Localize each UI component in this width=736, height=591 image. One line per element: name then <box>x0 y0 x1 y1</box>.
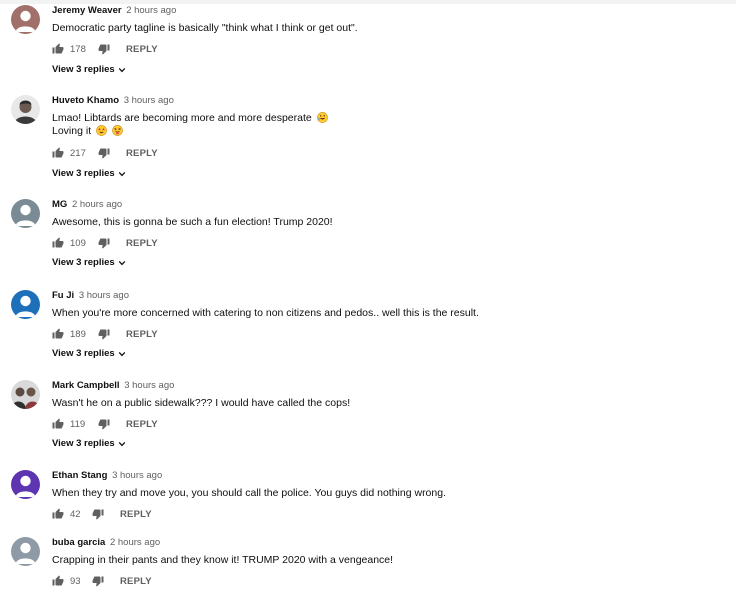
comment-actions: 109 REPLY <box>52 235 158 251</box>
comment-actions: 93 REPLY <box>52 573 152 589</box>
comment-text: When you're more concerned with catering… <box>52 307 479 319</box>
comment-author[interactable]: buba garcia <box>52 537 105 548</box>
default-avatar-icon <box>11 537 40 566</box>
view-replies-button[interactable]: View 3 replies <box>52 64 126 75</box>
chevron-down-icon <box>118 66 126 74</box>
thumbs-up-icon[interactable] <box>52 147 64 159</box>
thumbs-up-icon[interactable] <box>52 237 64 249</box>
comment-thread: buba garcia 2 hours ago Crapping in thei… <box>0 537 736 591</box>
comment-author[interactable]: Mark Campbell <box>52 380 120 391</box>
avatar[interactable] <box>11 199 40 228</box>
user-photo-icon <box>11 380 40 409</box>
avatar[interactable] <box>11 95 40 124</box>
thumbs-up-icon[interactable] <box>52 43 64 55</box>
thumbs-down-icon[interactable] <box>98 43 110 55</box>
comment-actions: 178 REPLY <box>52 41 158 57</box>
default-avatar-icon <box>11 290 40 319</box>
comment-text: When they try and move you, you should c… <box>52 487 446 499</box>
reply-button[interactable]: REPLY <box>126 44 158 55</box>
thumbs-up-icon[interactable] <box>52 508 64 520</box>
thumbs-down-icon[interactable] <box>98 237 110 249</box>
like-count: 189 <box>70 328 86 340</box>
view-replies-button[interactable]: View 3 replies <box>52 438 126 449</box>
comment-thread: Mark Campbell 3 hours ago Wasn't he on a… <box>0 380 736 460</box>
view-replies-label: View 3 replies <box>52 168 115 179</box>
view-replies-label: View 3 replies <box>52 64 115 75</box>
comment-actions: 119 REPLY <box>52 416 158 432</box>
rolling-on-floor-laughing-emoji <box>316 112 328 123</box>
comment-text-line: Loving it <box>52 125 92 137</box>
user-photo-icon <box>11 95 40 124</box>
like-count: 109 <box>70 237 86 249</box>
default-avatar-icon <box>11 470 40 499</box>
default-avatar-icon <box>11 5 40 34</box>
comment-author[interactable]: Huveto Khamo <box>52 95 119 106</box>
reply-button[interactable]: REPLY <box>120 576 152 587</box>
comment-author[interactable]: Fu Ji <box>52 290 74 301</box>
like-count: 178 <box>70 43 86 55</box>
view-replies-button[interactable]: View 3 replies <box>52 168 126 179</box>
comment-author[interactable]: Ethan Stang <box>52 470 107 481</box>
comment-text: Loving it <box>52 125 726 138</box>
reply-button[interactable]: REPLY <box>126 238 158 249</box>
thumbs-down-icon[interactable] <box>98 418 110 430</box>
avatar[interactable] <box>11 290 40 319</box>
reply-button[interactable]: REPLY <box>126 419 158 430</box>
reply-button[interactable]: REPLY <box>120 509 152 520</box>
thumbs-down-icon[interactable] <box>92 508 104 520</box>
comment-thread: Fu Ji 3 hours ago When you're more conce… <box>0 290 736 370</box>
comment-timestamp[interactable]: 2 hours ago <box>110 537 160 548</box>
like-count: 119 <box>70 418 86 430</box>
chevron-down-icon <box>118 259 126 267</box>
chevron-down-icon <box>118 350 126 358</box>
comment-actions: 217 REPLY <box>52 145 158 161</box>
view-replies-label: View 3 replies <box>52 348 115 359</box>
comment-text: Awesome, this is gonna be such a fun ele… <box>52 216 333 228</box>
avatar[interactable] <box>11 470 40 499</box>
comment-thread: MG 2 hours ago Awesome, this is gonna be… <box>0 199 736 279</box>
comment-timestamp[interactable]: 3 hours ago <box>124 380 174 391</box>
thumbs-down-icon[interactable] <box>92 575 104 587</box>
like-count: 217 <box>70 147 86 159</box>
comment-text: Wasn't he on a public sidewalk??? I woul… <box>52 397 351 409</box>
thumbs-up-icon[interactable] <box>52 328 64 340</box>
chevron-down-icon <box>118 170 126 178</box>
thumbs-down-icon[interactable] <box>98 147 110 159</box>
comment-thread: Ethan Stang 3 hours ago When they try an… <box>0 470 736 530</box>
thumbs-up-icon[interactable] <box>52 418 64 430</box>
thumbs-down-icon[interactable] <box>98 328 110 340</box>
comment-thread: Jeremy Weaver 2 hours ago Democratic par… <box>0 5 736 85</box>
reply-button[interactable]: REPLY <box>126 148 158 159</box>
reply-button[interactable]: REPLY <box>126 329 158 340</box>
comment-timestamp[interactable]: 3 hours ago <box>112 470 162 481</box>
comment-timestamp[interactable]: 2 hours ago <box>72 199 122 210</box>
view-replies-button[interactable]: View 3 replies <box>52 257 126 268</box>
default-avatar-icon <box>11 199 40 228</box>
chevron-down-icon <box>118 440 126 448</box>
comment-text: Crapping in their pants and they know it… <box>52 554 394 566</box>
comment-actions: 189 REPLY <box>52 326 158 342</box>
like-count: 93 <box>70 575 81 587</box>
comment-timestamp[interactable]: 3 hours ago <box>79 290 129 301</box>
comment-author[interactable]: Jeremy Weaver <box>52 5 122 16</box>
like-count: 42 <box>70 508 81 520</box>
avatar[interactable] <box>11 537 40 566</box>
squinting-tongue-emoji <box>112 125 123 136</box>
top-divider <box>0 0 736 4</box>
comment-actions: 42 REPLY <box>52 506 152 522</box>
view-replies-button[interactable]: View 3 replies <box>52 348 126 359</box>
comment-text: Democratic party tagline is basically "t… <box>52 22 358 34</box>
comment-timestamp[interactable]: 3 hours ago <box>124 95 174 106</box>
comment-author[interactable]: MG <box>52 199 67 210</box>
avatar[interactable] <box>11 380 40 409</box>
view-replies-label: View 3 replies <box>52 438 115 449</box>
star-struck-emoji <box>96 125 107 136</box>
comment-text-line: Lmao! Libtards are becoming more and mor… <box>52 112 312 124</box>
avatar[interactable] <box>11 5 40 34</box>
comment-timestamp[interactable]: 2 hours ago <box>126 5 176 16</box>
comment-thread: Huveto Khamo 3 hours ago Lmao! Libtards … <box>0 95 736 185</box>
comment-text: Lmao! Libtards are becoming more and mor… <box>52 112 726 125</box>
view-replies-label: View 3 replies <box>52 257 115 268</box>
thumbs-up-icon[interactable] <box>52 575 64 587</box>
